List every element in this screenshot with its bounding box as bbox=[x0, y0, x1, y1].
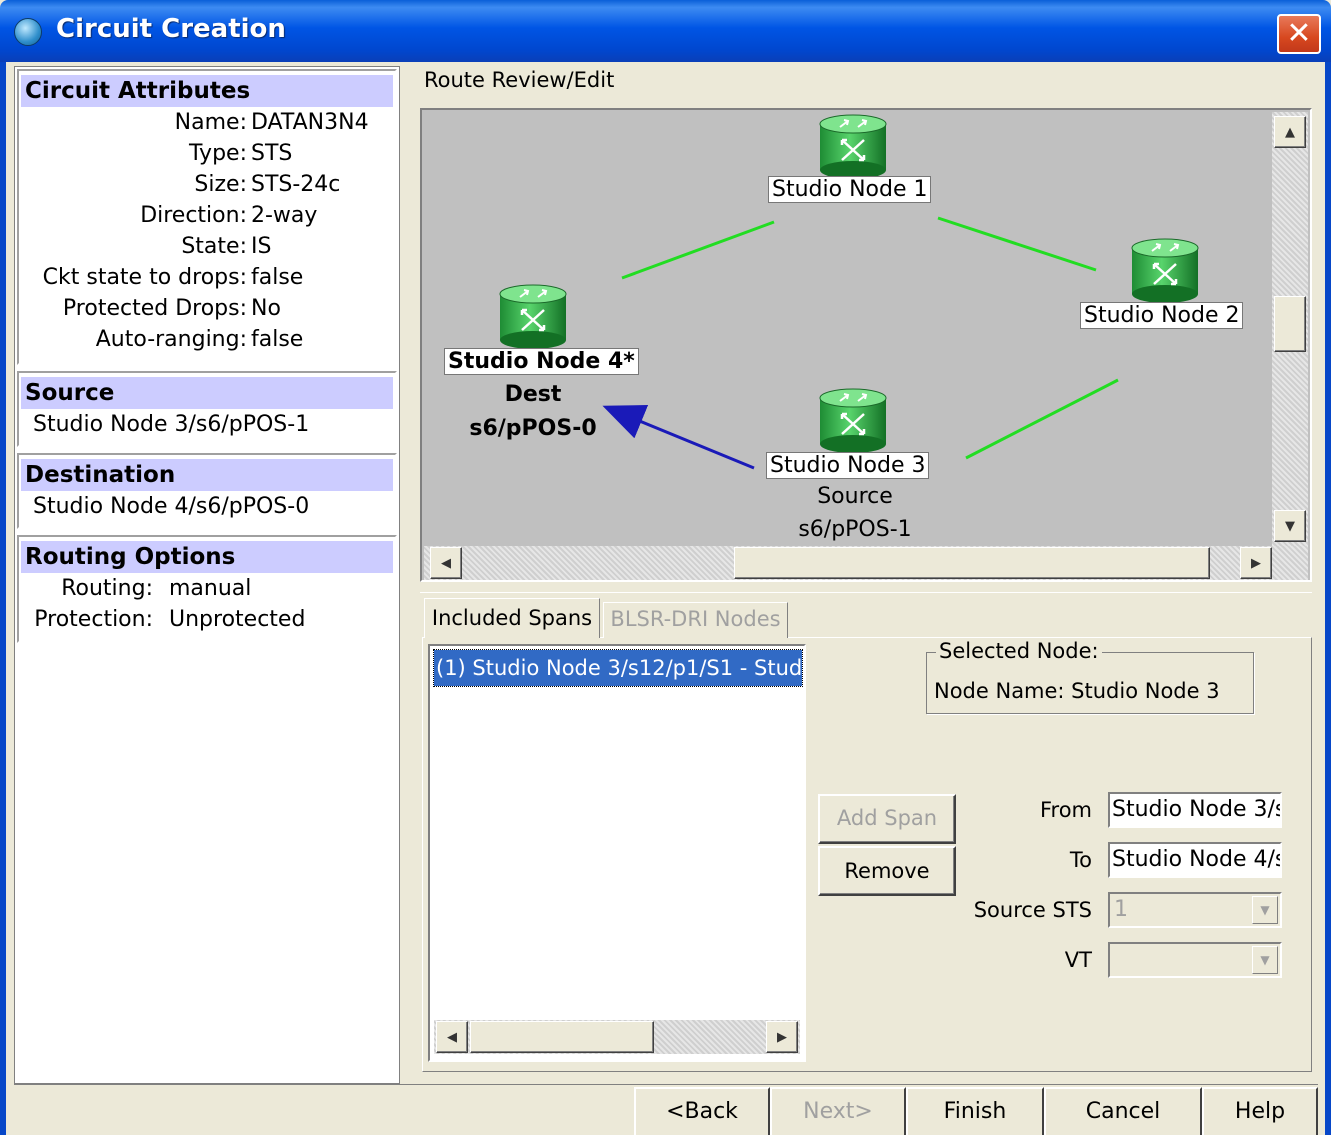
node-1-icon bbox=[818, 114, 888, 180]
window-frame-right bbox=[1325, 62, 1331, 1135]
routing-row: Routing: manual bbox=[61, 576, 252, 601]
node-2-label[interactable]: Studio Node 2 bbox=[1080, 302, 1244, 329]
scroll-right-icon[interactable]: ▶ bbox=[1240, 547, 1272, 579]
route-map-canvas[interactable]: Studio Node 1 Studio Node 2 Studio Node … bbox=[424, 112, 1272, 546]
chevron-down-icon[interactable]: ▼ bbox=[1252, 946, 1278, 974]
node-4-role: Dest bbox=[504, 382, 562, 407]
source-value: Studio Node 3/s6/pPOS-1 bbox=[33, 412, 310, 437]
node-1-label[interactable]: Studio Node 1 bbox=[768, 176, 932, 203]
included-spans-list[interactable]: (1) Studio Node 3/s12/p1/S1 - Studio Nod… bbox=[428, 644, 806, 1062]
attr-row-ckt-state: Ckt state to drops: false bbox=[42, 265, 304, 290]
node-3-port: s6/pPOS-1 bbox=[798, 517, 912, 542]
scroll-right-icon[interactable]: ▶ bbox=[766, 1021, 798, 1053]
selected-node-title: Selected Node: bbox=[936, 639, 1102, 663]
add-span-button[interactable]: Add Span bbox=[818, 794, 956, 844]
back-button[interactable]: <Back bbox=[634, 1087, 770, 1135]
source-sts-label: Source STS bbox=[973, 898, 1092, 922]
cancel-button[interactable]: Cancel bbox=[1044, 1087, 1202, 1135]
protection-row: Protection: Unprotected bbox=[34, 607, 306, 632]
circuit-attributes-section: Circuit Attributes Name: DATAN3N4 Type: ST… bbox=[17, 69, 397, 365]
to-field[interactable]: Studio Node 4/s12/p1/S1 bbox=[1108, 842, 1282, 878]
window-frame-left bbox=[0, 62, 6, 1135]
attr-row-size: Size: STS-24c bbox=[194, 172, 341, 197]
vt-label: VT bbox=[1064, 948, 1092, 972]
node-4-icon bbox=[498, 284, 568, 350]
remove-button[interactable]: Remove bbox=[818, 846, 956, 896]
node-2-icon bbox=[1130, 238, 1200, 304]
scroll-up-icon[interactable]: ▲ bbox=[1274, 116, 1306, 148]
vertical-scroll-thumb[interactable] bbox=[1274, 296, 1306, 352]
route-vertical-scrollbar[interactable]: ▲ ▼ bbox=[1272, 112, 1308, 546]
attr-row-state: State: IS bbox=[181, 234, 272, 259]
routing-options-header: Routing Options bbox=[21, 541, 393, 573]
source-section: Source Studio Node 3/s6/pPOS-1 bbox=[17, 371, 397, 447]
attr-row-name: Name: DATAN3N4 bbox=[174, 110, 369, 135]
network-app-icon bbox=[14, 18, 42, 46]
horizontal-scroll-thumb[interactable] bbox=[734, 547, 1210, 579]
attr-row-direction: Direction: 2-way bbox=[140, 203, 318, 228]
span-link-4-1 bbox=[621, 220, 775, 280]
vt-dropdown[interactable]: ▼ bbox=[1108, 942, 1282, 978]
span-link-1-2 bbox=[937, 216, 1097, 272]
span-link-2-3 bbox=[965, 378, 1119, 460]
attr-row-auto-ranging: Auto-ranging: false bbox=[95, 327, 304, 352]
route-horizontal-scrollbar[interactable]: ◀ ▶ bbox=[424, 546, 1308, 580]
node-3-role: Source bbox=[817, 484, 893, 509]
source-sts-dropdown[interactable]: 1 ▼ bbox=[1108, 892, 1282, 928]
tab-blsr-dri-nodes[interactable]: BLSR-DRI Nodes bbox=[603, 602, 788, 638]
selected-node-name: Node Name: Studio Node 3 bbox=[934, 679, 1220, 703]
circuit-summary-panel: Circuit Attributes Name: DATAN3N4 Type: ST… bbox=[14, 66, 400, 1084]
help-button[interactable]: Help bbox=[1202, 1087, 1318, 1135]
scroll-down-icon[interactable]: ▼ bbox=[1274, 510, 1306, 542]
route-map-scrollpane: Studio Node 1 Studio Node 2 Studio Node … bbox=[420, 108, 1312, 582]
attr-row-protected-drops: Protected Drops: No bbox=[62, 296, 281, 321]
title-bar: Circuit Creation ✕ bbox=[0, 0, 1331, 62]
close-icon[interactable]: ✕ bbox=[1277, 14, 1321, 54]
destination-section: Destination Studio Node 4/s6/pPOS-0 bbox=[17, 453, 397, 529]
window-title: Circuit Creation bbox=[56, 14, 286, 44]
node-3-icon bbox=[818, 388, 888, 454]
spans-horizontal-scrollbar[interactable]: ◀ ▶ bbox=[434, 1020, 800, 1054]
list-item[interactable]: (1) Studio Node 3/s12/p1/S1 - Studio Nod… bbox=[433, 649, 803, 687]
destination-header: Destination bbox=[21, 459, 393, 491]
scroll-left-icon[interactable]: ◀ bbox=[436, 1021, 468, 1053]
tab-included-spans[interactable]: Included Spans bbox=[424, 598, 600, 638]
node-4-label[interactable]: Studio Node 4* bbox=[444, 348, 639, 375]
circuit-attributes-header: Circuit Attributes bbox=[21, 75, 393, 107]
chevron-down-icon[interactable]: ▼ bbox=[1252, 896, 1278, 924]
attr-row-type: Type: STS bbox=[189, 141, 293, 166]
node-4-port: s6/pPOS-0 bbox=[469, 416, 597, 441]
to-label: To bbox=[1069, 848, 1092, 872]
spans-scroll-thumb[interactable] bbox=[470, 1021, 654, 1053]
scroll-left-icon[interactable]: ◀ bbox=[430, 547, 462, 579]
circuit-direction-arrow bbox=[602, 405, 755, 470]
routing-options-section: Routing Options Routing: manual Protectio… bbox=[17, 535, 397, 643]
from-field[interactable]: Studio Node 3/s12/p1/S1 bbox=[1108, 792, 1282, 828]
finish-button[interactable]: Finish bbox=[906, 1087, 1044, 1135]
node-3-label[interactable]: Studio Node 3 bbox=[766, 452, 930, 479]
source-header: Source bbox=[21, 377, 393, 409]
destination-value: Studio Node 4/s6/pPOS-0 bbox=[33, 494, 310, 519]
from-label: From bbox=[1039, 798, 1092, 822]
route-review-label: Route Review/Edit bbox=[424, 68, 615, 92]
next-button[interactable]: Next> bbox=[770, 1087, 906, 1135]
source-sts-value: 1 bbox=[1114, 897, 1128, 922]
